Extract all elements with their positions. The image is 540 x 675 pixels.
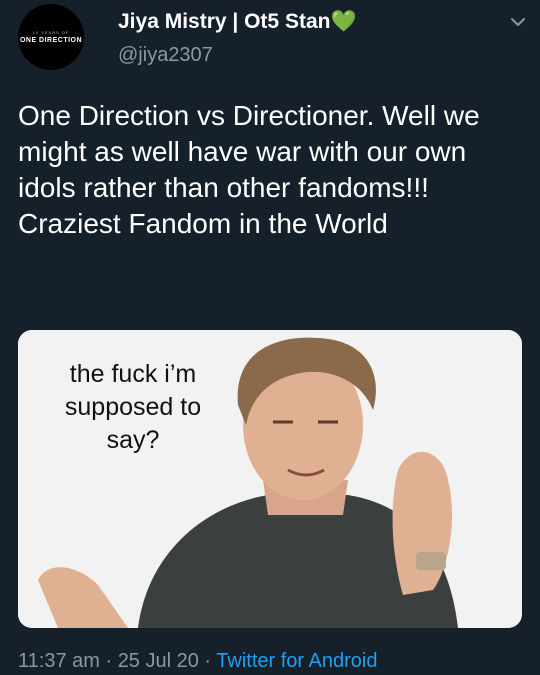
tweet-meta: 11:37 am · 25 Jul 20 · Twitter for Andro… bbox=[18, 650, 377, 673]
avatar-logo-text: ONE DIRECTION bbox=[19, 36, 83, 44]
tweet-text: One Direction vs Directioner. Well we mi… bbox=[18, 100, 480, 239]
avatar[interactable]: 10 YEARS OF ONE DIRECTION bbox=[18, 4, 84, 70]
meme-caption: the fuck i’m supposed to say? bbox=[64, 360, 202, 454]
tweet-source-link[interactable]: Twitter for Android bbox=[216, 650, 377, 672]
tweet-header: 10 YEARS OF ONE DIRECTION Jiya Mistry | … bbox=[18, 4, 540, 76]
meta-separator-2: · bbox=[198, 650, 217, 672]
chevron-down-icon[interactable] bbox=[508, 12, 528, 32]
tweet-time: 11:37 am bbox=[18, 650, 100, 672]
avatar-logo-small-text: 10 YEARS OF bbox=[32, 29, 70, 35]
tweet-date: 25 Jul 20 bbox=[117, 650, 199, 672]
tweet-image[interactable]: the fuck i’m supposed to say? bbox=[18, 330, 522, 628]
user-handle[interactable]: @jiya2307 bbox=[118, 44, 213, 67]
meta-separator: · bbox=[99, 650, 118, 672]
one-direction-logo: 10 YEARS OF ONE DIRECTION bbox=[19, 29, 83, 44]
display-name[interactable]: Jiya Mistry | Ot5 Stan💚 bbox=[118, 10, 357, 34]
